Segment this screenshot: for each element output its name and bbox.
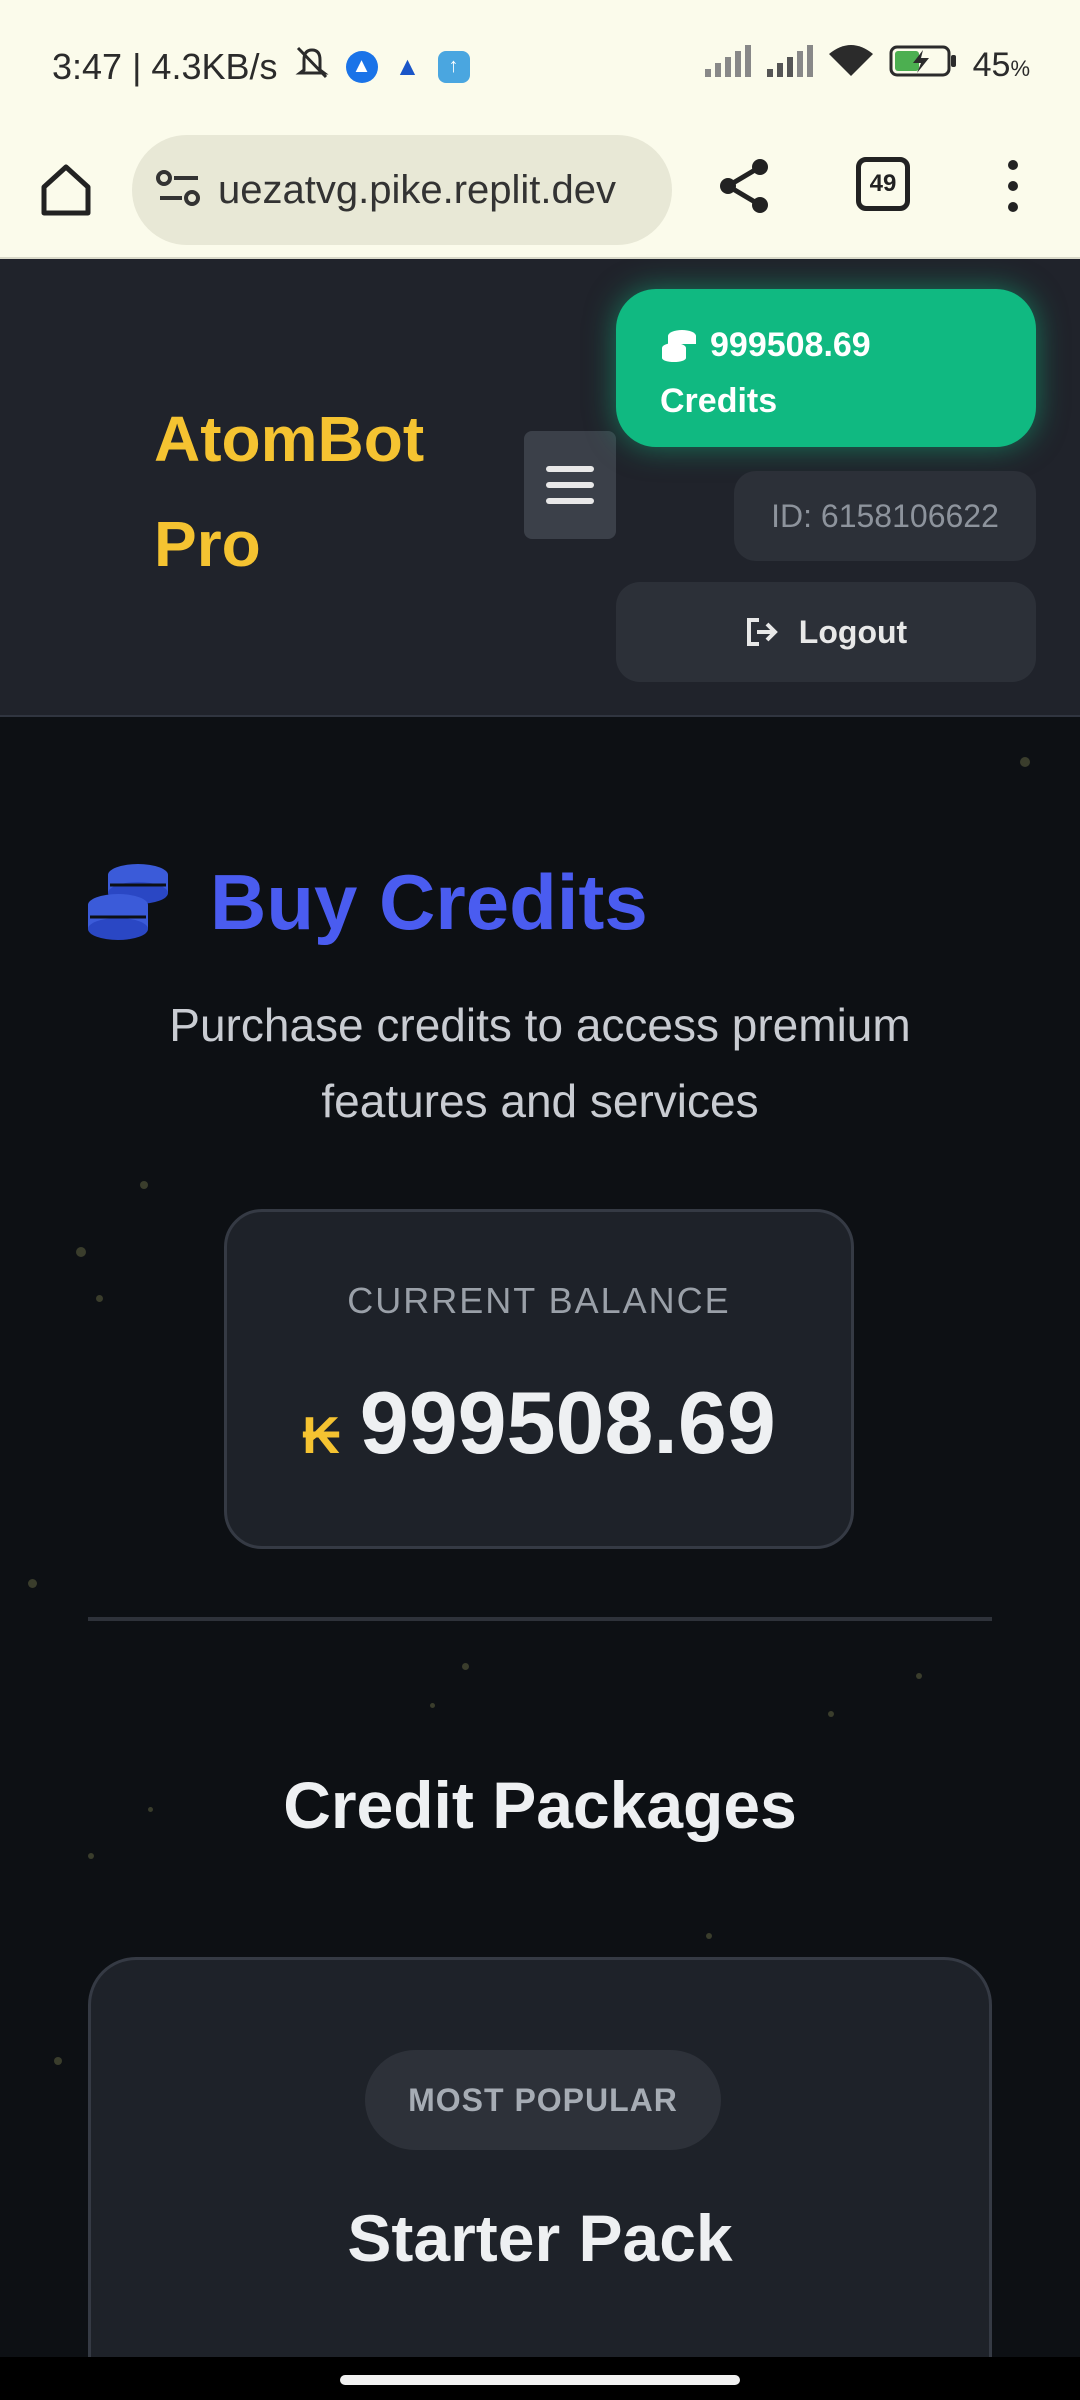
brand-logo[interactable]: AtomBot Pro (154, 387, 474, 597)
package-name: Starter Pack (347, 2201, 733, 2275)
credits-balance-pill[interactable]: 999508.69 Credits (616, 289, 1036, 447)
tab-switcher-button[interactable]: 49 (856, 157, 910, 211)
battery-percent: 45 (972, 46, 1011, 84)
system-nav-area (0, 2357, 1080, 2400)
battery-unit: % (1010, 56, 1030, 81)
balance-value: 999508.69 (359, 1373, 776, 1472)
balance-label: CURRENT BALANCE (347, 1280, 731, 1321)
section-divider (88, 1617, 992, 1621)
logout-label: Logout (798, 613, 908, 650)
drive-notification-icon: ▲ (394, 51, 421, 81)
page-heading: Buy Credits (86, 857, 648, 948)
main-content: Buy Credits Purchase credits to access p… (0, 717, 1080, 2357)
brand-line2: Pro (154, 508, 261, 580)
app-header: AtomBot Pro 999508.69 Credits ID: 615810… (0, 259, 1080, 717)
status-time: 3:47 | 4.3KB/s (52, 45, 278, 87)
page-title: Buy Credits (210, 858, 648, 946)
mute-icon (292, 44, 332, 89)
logout-button[interactable]: Logout (616, 582, 1036, 682)
home-button[interactable] (36, 159, 96, 219)
currency-symbol: ₭ (302, 1407, 340, 1465)
logout-icon (746, 618, 778, 646)
packages-title: Credit Packages (283, 1768, 797, 1842)
share-button[interactable] (714, 155, 776, 217)
address-bar[interactable]: uezatvg.pike.replit.dev (132, 135, 672, 245)
credits-label: Credits (660, 382, 778, 420)
upload-notification-icon: ↑ (437, 50, 470, 83)
url-text: uezatvg.pike.replit.dev (218, 167, 617, 212)
signal-icon (703, 45, 751, 86)
share-icon (720, 159, 768, 213)
site-settings-icon[interactable] (156, 168, 202, 213)
menu-toggle-button[interactable] (524, 431, 616, 539)
wifi-icon (827, 44, 875, 87)
more-options-icon[interactable] (998, 155, 1028, 217)
coins-icon (662, 330, 696, 362)
app-notification-icon: ▲ (345, 50, 378, 83)
user-id-badge: ID: 6158106622 (734, 471, 1036, 561)
package-card[interactable]: MOST POPULAR Starter Pack (88, 1957, 992, 2357)
browser-toolbar: uezatvg.pike.replit.dev 49 (0, 135, 1080, 259)
page-subtitle: Purchase credits to access premium featu… (169, 999, 911, 1127)
brand-line1: AtomBot (154, 403, 425, 475)
credits-amount: 999508.69 (710, 326, 871, 364)
coins-icon (88, 863, 168, 940)
most-popular-badge: MOST POPULAR (365, 2050, 721, 2150)
status-bar: 3:47 | 4.3KB/s ▲ ▲ ↑ 45% (0, 0, 1080, 135)
gesture-handle[interactable] (340, 2375, 740, 2385)
battery-icon (889, 44, 959, 87)
current-balance-card: CURRENT BALANCE ₭ 999508.69 (224, 1209, 854, 1549)
home-icon (41, 164, 91, 216)
signal-icon-2 (765, 45, 813, 86)
